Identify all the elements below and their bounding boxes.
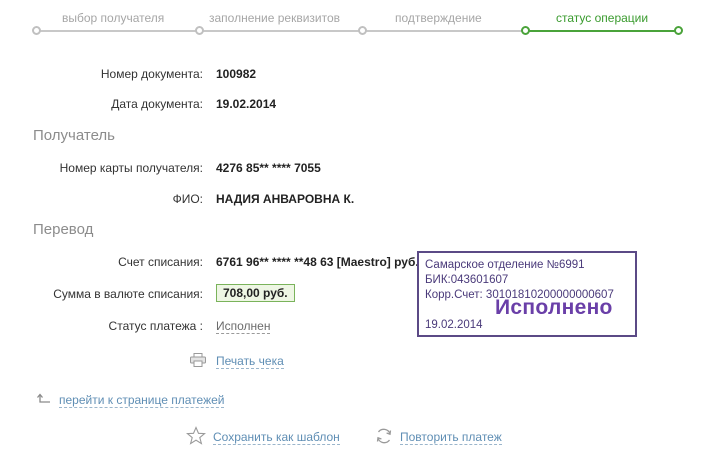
- print-receipt-link[interactable]: Печать чека: [216, 354, 284, 369]
- repeat-payment-button[interactable]: Повторить платеж: [374, 426, 502, 449]
- recipient-name-label: ФИО:: [172, 192, 203, 206]
- stamp-branch: Самарское отделение №6991: [425, 259, 585, 271]
- star-icon: [185, 426, 207, 449]
- document-number-value: 100982: [216, 67, 257, 81]
- payment-status-link[interactable]: Исполнен: [216, 319, 271, 334]
- recipient-name-value: НАДИЯ АНВАРОВНА К.: [216, 192, 355, 206]
- debit-account-label: Счет списания:: [118, 255, 203, 269]
- step-label-select-recipient: выбор получателя: [62, 11, 165, 25]
- document-date-label: Дата документа:: [111, 97, 203, 111]
- back-to-payments-link[interactable]: перейти к странице платежей: [59, 393, 225, 408]
- amount-badge: 708,00 руб.: [216, 284, 295, 302]
- step-dot-1: [32, 26, 41, 35]
- recipient-section-title: Получатель: [33, 127, 115, 144]
- printer-icon: [190, 352, 206, 370]
- payment-status-label: Статус платежа :: [108, 319, 203, 333]
- back-to-payments-button[interactable]: перейти к странице платежей: [37, 393, 225, 408]
- bottom-actions: Сохранить как шаблон Повторить платеж: [0, 426, 713, 448]
- document-date-value: 19.02.2014: [216, 97, 277, 111]
- save-template-link[interactable]: Сохранить как шаблон: [213, 430, 340, 445]
- progress-stepper: выбор получателя заполнение реквизитов п…: [0, 0, 713, 40]
- stamp-status: Исполнено: [495, 296, 613, 319]
- recipient-card-label: Номер карты получателя:: [59, 161, 203, 175]
- step-label-confirmation: подтверждение: [395, 11, 482, 25]
- amount-label: Сумма в валюте списания:: [53, 287, 203, 301]
- repeat-payment-link[interactable]: Повторить платеж: [400, 430, 502, 445]
- repeat-icon: [374, 426, 394, 449]
- step-dot-2: [195, 26, 204, 35]
- back-arrow-icon: [37, 393, 51, 408]
- bank-stamp: Самарское отделение №6991 БИК:043601607 …: [417, 251, 637, 337]
- step-dot-4: [521, 26, 530, 35]
- debit-account-value: 6761 96** **** **48 63 [Maestro] руб.: [216, 255, 419, 269]
- print-receipt-button[interactable]: Печать чека: [190, 352, 284, 370]
- save-template-button[interactable]: Сохранить как шаблон: [185, 426, 340, 449]
- document-number-label: Номер документа:: [100, 67, 203, 81]
- stamp-bik: БИК:043601607: [425, 274, 509, 286]
- stamp-date: 19.02.2014: [425, 319, 483, 331]
- step-label-operation-status: статус операции: [556, 11, 649, 25]
- step-dot-end: [674, 26, 683, 35]
- recipient-card-value: 4276 85** **** 7055: [216, 161, 321, 175]
- step-track: [37, 30, 526, 32]
- step-label-fill-details: заполнение реквизитов: [209, 11, 341, 25]
- transfer-section-title: Перевод: [33, 221, 94, 238]
- step-dot-3: [358, 26, 367, 35]
- step-track-active: [526, 30, 678, 32]
